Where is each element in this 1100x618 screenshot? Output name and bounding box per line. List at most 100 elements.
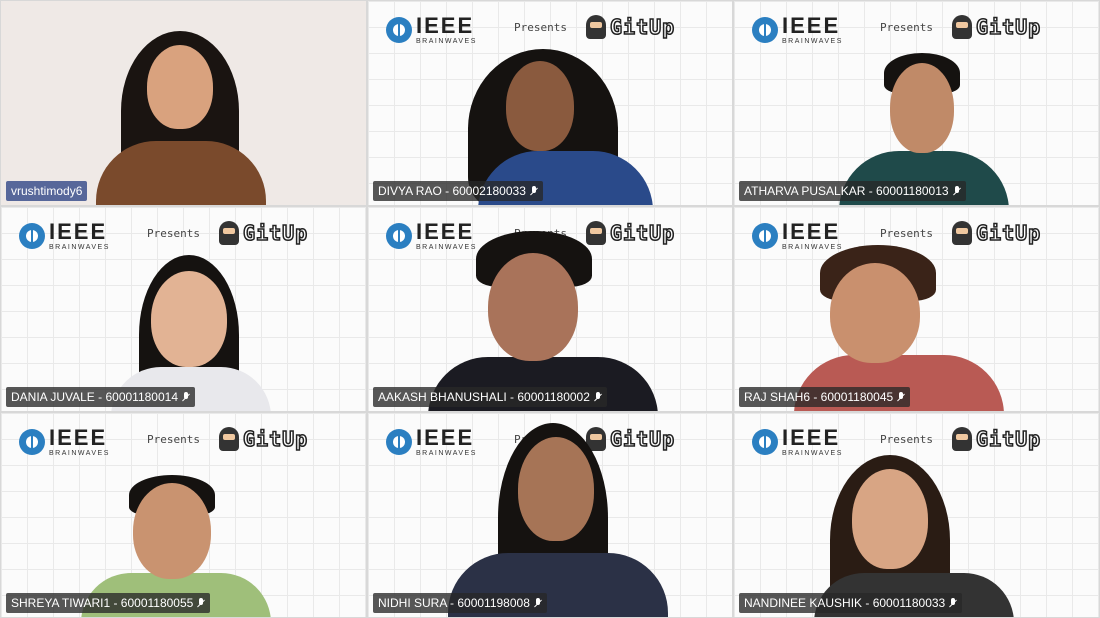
participant-name-label: SHREYA TIWARI1 - 60001180055: [6, 593, 211, 613]
presents-text: Presents: [147, 433, 200, 446]
participant-name: ATHARVA PUSALKAR - 60001180013: [744, 184, 949, 198]
event-banner: IEEEBRAINWAVES Presents GitUp: [19, 425, 354, 459]
brand-main: IEEE: [782, 13, 841, 38]
gitup-logo: GitUp: [219, 426, 309, 452]
presents-text: Presents: [147, 227, 200, 240]
brand-main: IEEE: [49, 425, 108, 450]
event-name: GitUp: [609, 220, 676, 246]
mic-muted-icon: [197, 597, 205, 609]
event-banner: IEEEBRAINWAVES Presents GitUp: [386, 13, 720, 47]
participant-tile-1[interactable]: IEEE BRAINWAVES Presents GitUp DIVYA RAO …: [367, 0, 733, 206]
presents-text: Presents: [880, 227, 933, 240]
participant-tile-5[interactable]: IEEE BRAINWAVES Presents GitUp RAJ SHAH6 …: [733, 206, 1100, 412]
octocat-icon: [952, 221, 972, 245]
event-name: GitUp: [975, 426, 1042, 452]
ieee-logo-icon: [386, 17, 412, 43]
participant-tile-8[interactable]: IEEE BRAINWAVES Presents GitUp NANDINEE K…: [733, 412, 1100, 618]
mic-muted-icon: [949, 597, 957, 609]
brand-sub: BRAINWAVES: [782, 244, 843, 251]
participant-name: NIDHI SURA - 60001198008: [378, 596, 530, 610]
participant-name: DANIA JUVALE - 60001180014: [11, 390, 178, 404]
event-banner: IEEEBRAINWAVES Presents GitUp: [19, 219, 354, 253]
gitup-logo: GitUp: [952, 220, 1042, 246]
octocat-icon: [219, 427, 239, 451]
ieee-brand: IEEE BRAINWAVES: [752, 15, 843, 45]
ieee-logo-icon: [19, 429, 45, 455]
participant-name: DIVYA RAO - 60002180033: [378, 184, 526, 198]
event-banner: IEEEBRAINWAVES Presents GitUp: [752, 425, 1087, 459]
brand-main: IEEE: [49, 219, 108, 244]
mic-muted-icon: [953, 185, 961, 197]
participant-name-label: DIVYA RAO - 60002180033: [373, 181, 543, 201]
event-name: GitUp: [609, 426, 676, 452]
participant-tile-4[interactable]: IEEEBRAINWAVES Presents GitUp AAKASH BHA…: [367, 206, 733, 412]
ieee-brand: IEEE BRAINWAVES: [19, 427, 110, 457]
octocat-icon: [952, 15, 972, 39]
gitup-logo: GitUp: [952, 14, 1042, 40]
participant-name-label: NANDINEE KAUSHIK - 60001180033: [739, 593, 963, 613]
mic-muted-icon: [182, 391, 190, 403]
ieee-logo-icon: [752, 223, 778, 249]
ieee-logo-icon: [752, 429, 778, 455]
mic-muted-icon: [897, 391, 905, 403]
brand-sub: BRAINWAVES: [782, 38, 843, 45]
brand-main: IEEE: [782, 425, 841, 450]
ieee-brand: IEEE BRAINWAVES: [752, 427, 843, 457]
octocat-icon: [219, 221, 239, 245]
brand-main: IEEE: [416, 219, 475, 244]
ieee-brand: IEEE BRAINWAVES: [752, 221, 843, 251]
participant-tile-7[interactable]: IEEEBRAINWAVES Presents GitUp NIDHI SURA…: [367, 412, 733, 618]
participant-tile-2[interactable]: IEEE BRAINWAVES Presents GitUp ATHARVA PU…: [733, 0, 1100, 206]
octocat-icon: [586, 221, 606, 245]
ieee-brand: IEEE BRAINWAVES: [386, 15, 477, 45]
ieee-brand: IEEE BRAINWAVES: [386, 221, 477, 251]
brand-sub: BRAINWAVES: [416, 450, 477, 457]
brand-sub: BRAINWAVES: [49, 450, 110, 457]
event-name: GitUp: [242, 220, 309, 246]
participant-tile-3[interactable]: IEEE BRAINWAVES Presents GitUp DANIA JUVA…: [0, 206, 367, 412]
presents-text: Presents: [880, 21, 933, 34]
octocat-icon: [952, 427, 972, 451]
presents-text: Presents: [514, 21, 567, 34]
participant-tile-0[interactable]: vrushtimody6: [0, 0, 367, 206]
event-name: GitUp: [975, 220, 1042, 246]
gitup-logo: GitUp: [586, 220, 676, 246]
participant-name: SHREYA TIWARI1 - 60001180055: [11, 596, 194, 610]
participant-name-label: RAJ SHAH6 - 60001180045: [739, 387, 911, 407]
mic-muted-icon: [530, 185, 538, 197]
event-name: GitUp: [242, 426, 309, 452]
event-banner: IEEEBRAINWAVES Presents GitUp: [752, 219, 1087, 253]
event-name: GitUp: [975, 14, 1042, 40]
brand-sub: BRAINWAVES: [782, 450, 843, 457]
gitup-logo: GitUp: [219, 220, 309, 246]
participant-name-label: DANIA JUVALE - 60001180014: [6, 387, 195, 407]
participant-name: NANDINEE KAUSHIK - 60001180033: [744, 596, 946, 610]
participant-name-label: NIDHI SURA - 60001198008: [373, 593, 547, 613]
brand-sub: BRAINWAVES: [49, 244, 110, 251]
brand-main: IEEE: [416, 425, 475, 450]
brand-main: IEEE: [782, 219, 841, 244]
event-name: GitUp: [609, 14, 676, 40]
participant-name-label: AAKASH BHANUSHALI - 60001180002: [373, 387, 607, 407]
event-banner: IEEEBRAINWAVES Presents GitUp: [752, 13, 1087, 47]
brand-main: IEEE: [416, 13, 475, 38]
gitup-logo: GitUp: [586, 14, 676, 40]
mic-muted-icon: [534, 597, 542, 609]
ieee-logo-icon: [19, 223, 45, 249]
participant-tile-6[interactable]: IEEE BRAINWAVES Presents GitUp SHREYA TIW…: [0, 412, 367, 618]
participant-name: vrushtimody6: [11, 184, 83, 198]
ieee-logo-icon: [386, 223, 412, 249]
ieee-logo-icon: [386, 429, 412, 455]
participant-name: AAKASH BHANUSHALI - 60001180002: [378, 390, 590, 404]
gitup-logo: GitUp: [952, 426, 1042, 452]
octocat-icon: [586, 15, 606, 39]
participant-name-label: ATHARVA PUSALKAR - 60001180013: [739, 181, 966, 201]
video-grid: vrushtimody6 IEEE BRAINWAVES Presents Git…: [0, 0, 1100, 618]
ieee-brand: IEEE BRAINWAVES: [19, 221, 110, 251]
mic-muted-icon: [594, 391, 602, 403]
brand-sub: BRAINWAVES: [416, 244, 477, 251]
ieee-logo-icon: [752, 17, 778, 43]
ieee-brand: IEEE BRAINWAVES: [386, 427, 477, 457]
participant-name-label: vrushtimody6: [6, 181, 88, 201]
brand-sub: BRAINWAVES: [416, 38, 477, 45]
